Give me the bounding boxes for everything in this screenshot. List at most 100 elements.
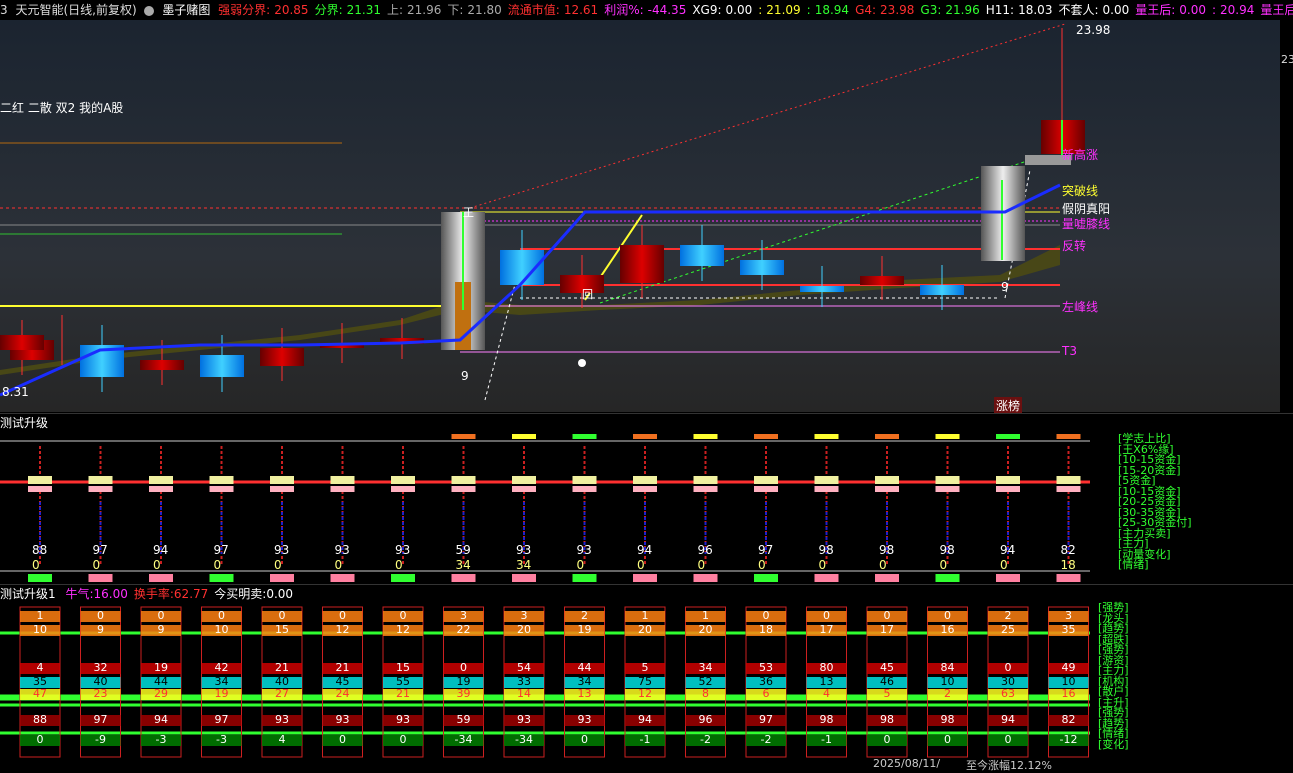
cell-value: 0 [883,609,891,622]
pane-value: 0 [153,558,161,572]
cell-value: -34 [515,733,533,746]
pane-value: 88 [32,543,48,557]
cell-value: 19 [577,623,592,636]
limit-up-badge[interactable]: 涨榜 [994,397,1023,414]
header-field: XG9: [692,3,722,17]
cell-value: 93 [275,713,289,726]
cell-value: 21 [396,687,410,700]
cell-value: 35 [1061,623,1076,636]
pane-value: 0 [334,558,343,572]
level-label: 新高涨 [1062,148,1099,162]
cell-value: 0 [1004,661,1012,674]
cell-value: 0 [883,733,891,746]
cell-value: 19 [154,661,168,674]
candle [140,360,184,370]
header-field: 流通市值: [507,3,560,17]
cell-value: 0 [823,609,830,622]
pane-value: 98 [879,543,895,557]
cell-value: 0 [944,609,951,622]
cell-value: 16 [1061,687,1076,700]
candle [800,286,844,292]
cell-value: 97 [759,713,773,726]
level-label: 量嘘膝线 [1062,217,1111,231]
cell-value: 82 [1061,713,1076,726]
cell-value: 22 [456,623,471,636]
header-field-value: 18.94 [814,3,850,17]
header-field: G3: [920,3,942,17]
cell-value: 3 [460,609,467,622]
pane-value: 0 [818,558,827,572]
legend-item: [变化] [1098,737,1129,751]
candle [920,285,964,295]
header-field-value: 21.09 [766,3,801,17]
candle [620,245,664,283]
header-field: 不套人: [1058,3,1099,17]
main-price-chart[interactable]: 二红 二散 双2 我的A股 23.98 8.31 9 9 王 回 新高涨 突破线假… [0,20,1280,414]
cell-value: 98 [880,713,894,726]
cell-value: 24 [335,687,350,700]
count-label-1: 9 [461,369,469,383]
pane-value: 18 [1060,558,1076,572]
cell-value: 15 [275,623,289,636]
cell-value: 21 [335,661,350,674]
candle [260,348,304,366]
price-high-label: 23.98 [1076,23,1111,37]
candle [860,276,904,285]
cell-value: 0 [36,733,44,746]
cell-value: 0 [157,609,165,622]
pane-value: 0 [1000,558,1008,572]
header-field: 上: [386,3,404,17]
cell-value: 3 [1065,609,1072,622]
footer-text: 至今涨幅12.12% [966,759,1052,772]
cell-value: 12 [638,687,652,700]
header-field-value: 20.85 [274,3,309,17]
pane-value: 0 [637,558,645,572]
pane-value: 59 [455,543,471,557]
stock-prefix: 3 [0,3,8,17]
pane-value: 94 [153,543,169,557]
cell-value: 29 [154,687,168,700]
cell-value: 14 [517,687,531,700]
cell-value: 1 [702,609,709,622]
cell-value: 25 [1001,623,1015,636]
pane-value: 0 [879,558,887,572]
cell-value: 93 [335,713,350,726]
header-field: 下: [447,3,464,17]
header-field-value: 21.96 [945,3,980,17]
cell-value: 93 [396,713,410,726]
cell-value: -3 [216,733,227,746]
cell-value: 12 [335,623,350,636]
cell-value: 93 [577,713,592,726]
white-trend-dashed-1 [484,264,521,401]
pane-value: 0 [939,558,948,572]
header-field: 量王后线: [1260,3,1293,17]
cell-value: 6 [762,687,770,700]
count-label-2: 9 [1001,280,1009,294]
header-field-value: 21.96 [407,3,442,17]
header-field-value: -44.35 [647,3,687,17]
pane-value: 98 [818,543,834,557]
cell-value: 5 [883,687,891,700]
cell-value: 12 [396,623,410,636]
pane-value: 97 [758,543,774,557]
pane-value: 82 [1060,543,1076,557]
cell-value: 21 [275,661,289,674]
cell-value: 2 [1004,609,1012,622]
stock-title[interactable]: 天元智能(日线,前复权) [15,3,136,17]
indicator-name[interactable]: 墨子赌图 [162,3,210,17]
header-field-value: 23.98 [880,3,915,17]
cell-value: 0 [399,609,407,622]
pane-value: 0 [32,558,40,572]
pane-value: 0 [576,558,585,572]
cell-value: 2 [581,609,588,622]
legend-item: [情绪] [1118,558,1149,571]
cell-value: 17 [819,623,834,636]
indicator-pane-test-upgrade-1[interactable]: 测试升级1 牛气:16.00 换手率:62.77 今买明卖:0.00 1000000… [0,584,1293,772]
gear-icon[interactable] [144,5,155,16]
cell-value: 63 [1001,687,1015,700]
cell-value: 93 [517,713,531,726]
cell-value: 42 [214,661,229,674]
cell-value: 34 [698,661,713,674]
indicator-pane-test-upgrade[interactable]: 测试升级 88 97 94 97 93 93 93 59 93 93 94 96 97 98 98 98 94 8… [0,413,1293,584]
cell-value: 4 [823,687,830,700]
